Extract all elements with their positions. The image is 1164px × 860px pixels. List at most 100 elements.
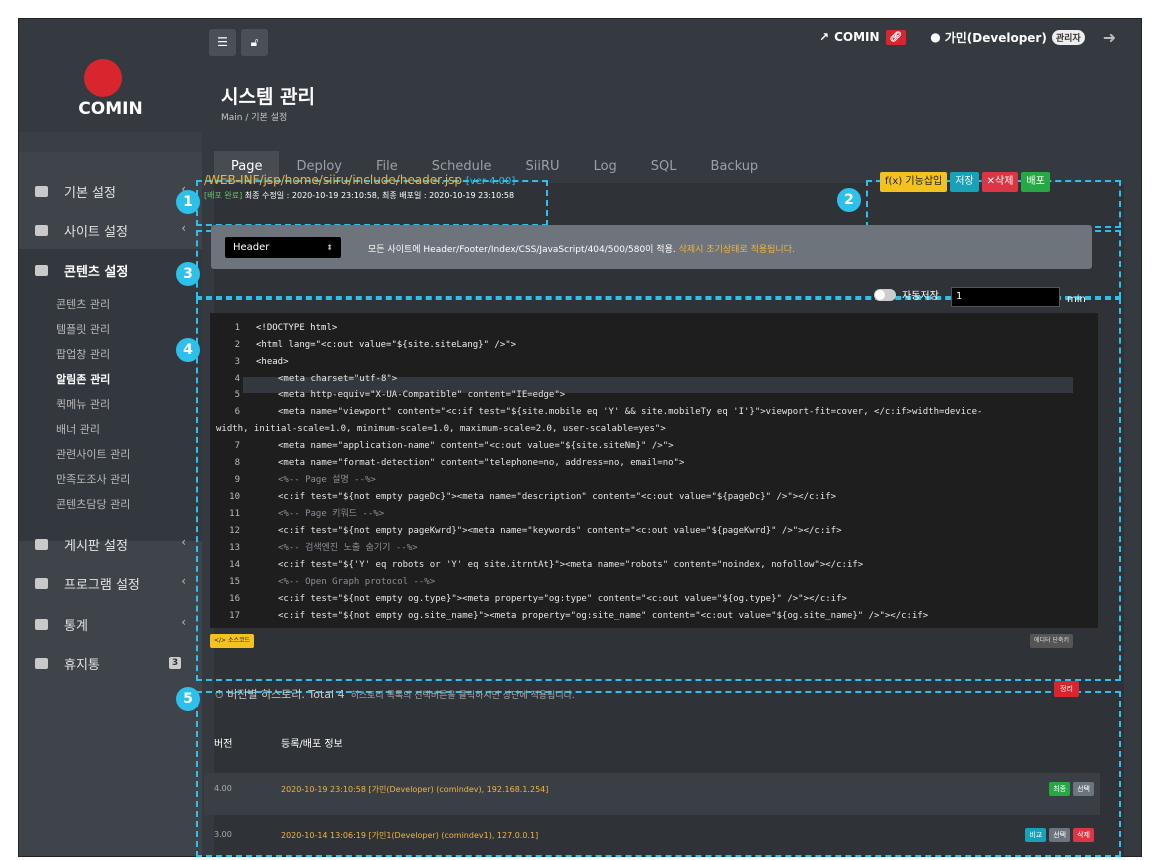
program-icon [35,578,48,589]
sub-item-content[interactable]: 콘텐츠 관리 [56,296,110,312]
chevron-left-icon[interactable]: ‹ [181,221,186,235]
gear-icon [35,186,48,197]
user-icon: ● [930,30,941,44]
marker-2: 2 [837,188,861,212]
logo-text: COMIN [78,99,143,119]
row-version: 3.00 [214,830,232,839]
save-button[interactable]: 저장 [950,172,979,192]
sub-item-popup[interactable]: 팝업창 관리 [56,346,110,362]
editor-shortcut-button[interactable]: 에디터 단축키 [1030,634,1074,648]
autosave-toggle[interactable]: 자동저장 [874,287,939,302]
tab-log[interactable]: Log [577,151,634,183]
logout-icon[interactable]: ➜ [1103,28,1116,47]
chart-icon [35,619,48,630]
code-line: <meta charset="utf-8"> [278,374,398,384]
site-link[interactable]: COMIN [834,30,879,44]
line-number: 10 [229,492,240,502]
code-line: <c:if test="${'Y' eq robots or 'Y' eq si… [278,560,864,570]
marker-5: 5 [176,687,200,711]
menu-toggle-button[interactable]: ☰ [209,29,236,56]
toggle-switch[interactable] [874,288,896,301]
template-select-value: Header [233,242,270,253]
compare-button[interactable]: 비교 [1025,828,1047,842]
chevron-left-icon[interactable]: ‹ [181,615,186,629]
chevron-left-icon[interactable]: ‹ [181,535,186,549]
user-name[interactable]: 가민(Developer) [945,29,1047,46]
code-line: <meta name="format-detection" content="t… [278,458,685,468]
file-path-text: /WEB-INF/jsp/home/siiru/include/header.j… [204,173,463,187]
sidebar-shade [19,132,202,152]
autosave-interval-input[interactable]: 1 [951,287,1060,307]
line-number: 2 [234,340,240,350]
unlock-icon: 🔓︎ [250,35,259,49]
line-number: 14 [229,560,240,570]
file-path: /WEB-INF/jsp/home/siiru/include/header.j… [204,173,515,187]
comin-logo-icon [84,59,122,97]
sidebar-item-contents[interactable]: 콘텐츠 설정 [35,261,128,280]
deploy-button[interactable]: 배포 [1021,172,1050,192]
top-right-bar: ↗ COMIN 🔗︎ ● 가민(Developer) 관리자 ➜ [819,27,1116,47]
line-number: 12 [229,526,240,536]
history-icon: ⏱ [215,688,228,701]
code-line: <c:if test="${not empty og.type}"><meta … [278,594,847,604]
template-select[interactable]: Header ⬍ [225,237,341,258]
code-line: width, initial-scale=1.0, minimum-scale=… [216,424,666,434]
sub-item-survey[interactable]: 만족도조사 관리 [56,471,130,487]
sub-item-alertzone[interactable]: 알림존 관리 [56,371,110,387]
latest-badge: 최종 [1049,782,1071,796]
line-number: 1 [234,323,240,333]
template-note: 모든 사이트에 Header/Footer/Index/CSS/JavaScri… [368,242,795,255]
content-icon [35,265,48,276]
role-badge: 관리자 [1051,29,1085,45]
delete-button[interactable]: ✕삭제 [981,172,1019,192]
marker-3: 3 [176,262,200,286]
file-version: [ver 4.00] [465,176,516,187]
code-line: <meta name="viewport" content="<c:if tes… [278,407,983,417]
select-button[interactable]: 선택 [1049,828,1071,842]
tab-siiru[interactable]: SiiRU [509,151,577,183]
sidebar-item-label: 통계 [64,619,88,634]
sidebar-item-label: 기본 설정 [64,186,116,201]
line-number: 4 [234,374,240,384]
sidebar-item-trash[interactable]: 휴지통 [35,654,100,673]
sub-item-template[interactable]: 템플릿 관리 [56,321,110,337]
sidebar-item-label: 게시판 설정 [64,539,128,554]
sidebar-item-label: 휴지통 [64,658,100,673]
history-sort-button[interactable]: 정리 [1054,681,1079,697]
code-line: <c:if test="${not empty og.site_name}"><… [278,611,929,621]
source-code-button[interactable]: </> 소스코드 [210,634,255,648]
code-line: <meta http-equiv="X-UA-Compatible" conte… [278,390,566,400]
code-editor[interactable]: 1 2 3 4 5 6 7 8 9 10 11 12 13 14 15 16 17 <!DOCTYPE html… [210,313,1098,628]
history-title: ⏱ 버전별 히스토리. Total 4 히스토리 목록의 선택버튼을 클릭하시면 … [215,686,575,702]
row-version: 4.00 [214,784,232,793]
history-row: 4.00 2020-10-19 23:10:58 [가민(Developer) … [204,773,1100,815]
insert-function-button[interactable]: f(x) 기능삽입 [880,172,948,192]
sidebar-item-program[interactable]: 프로그램 설정 [35,574,140,593]
tab-sql[interactable]: SQL [634,151,694,183]
chevron-left-icon[interactable]: ‹ [181,574,186,588]
trash-icon [35,658,48,669]
line-number: 15 [229,577,240,587]
sidebar-item-stats[interactable]: 통계 [35,615,88,634]
select-button[interactable]: 선택 [1073,782,1094,796]
sub-item-quickmenu[interactable]: 퀵메뉴 관리 [56,396,110,412]
sidebar-item-site[interactable]: 사이트 설정 [35,221,128,240]
sub-item-manager[interactable]: 콘텐츠담당 관리 [56,496,130,512]
sidebar-item-basic[interactable]: 기본 설정 [35,182,116,201]
sidebar-item-board[interactable]: 게시판 설정 [35,535,128,554]
sub-item-related-site[interactable]: 관련사이트 관리 [56,446,130,462]
file-info: [배포 완료] 최종 수정일 : 2020-10-19 23:10:58, 최종… [204,190,514,201]
tab-backup[interactable]: Backup [694,151,776,183]
sidebar: COMIN 기본 설정 ‹ 사이트 설정 ‹ 콘텐츠 설정 콘텐츠 관리 템플릿… [19,19,202,856]
history-subtitle: 히스토리 목록의 선택버튼을 클릭하시면 상단에 적용됩니다. [350,691,575,701]
site-icon [35,225,48,236]
code-line: <meta name="application-name" content="<… [278,441,674,451]
link-icon[interactable]: 🔗︎ [885,29,907,45]
sidebar-item-label: 콘텐츠 설정 [64,265,129,280]
marker-1: 1 [176,190,200,214]
code-line: <%-- Open Graph protocol --%> [278,577,436,587]
sub-item-banner[interactable]: 배너 관리 [56,421,100,437]
line-number: 8 [234,458,240,468]
lock-button[interactable]: 🔓︎ [241,29,268,56]
delete-history-button[interactable]: 삭제 [1073,828,1094,842]
